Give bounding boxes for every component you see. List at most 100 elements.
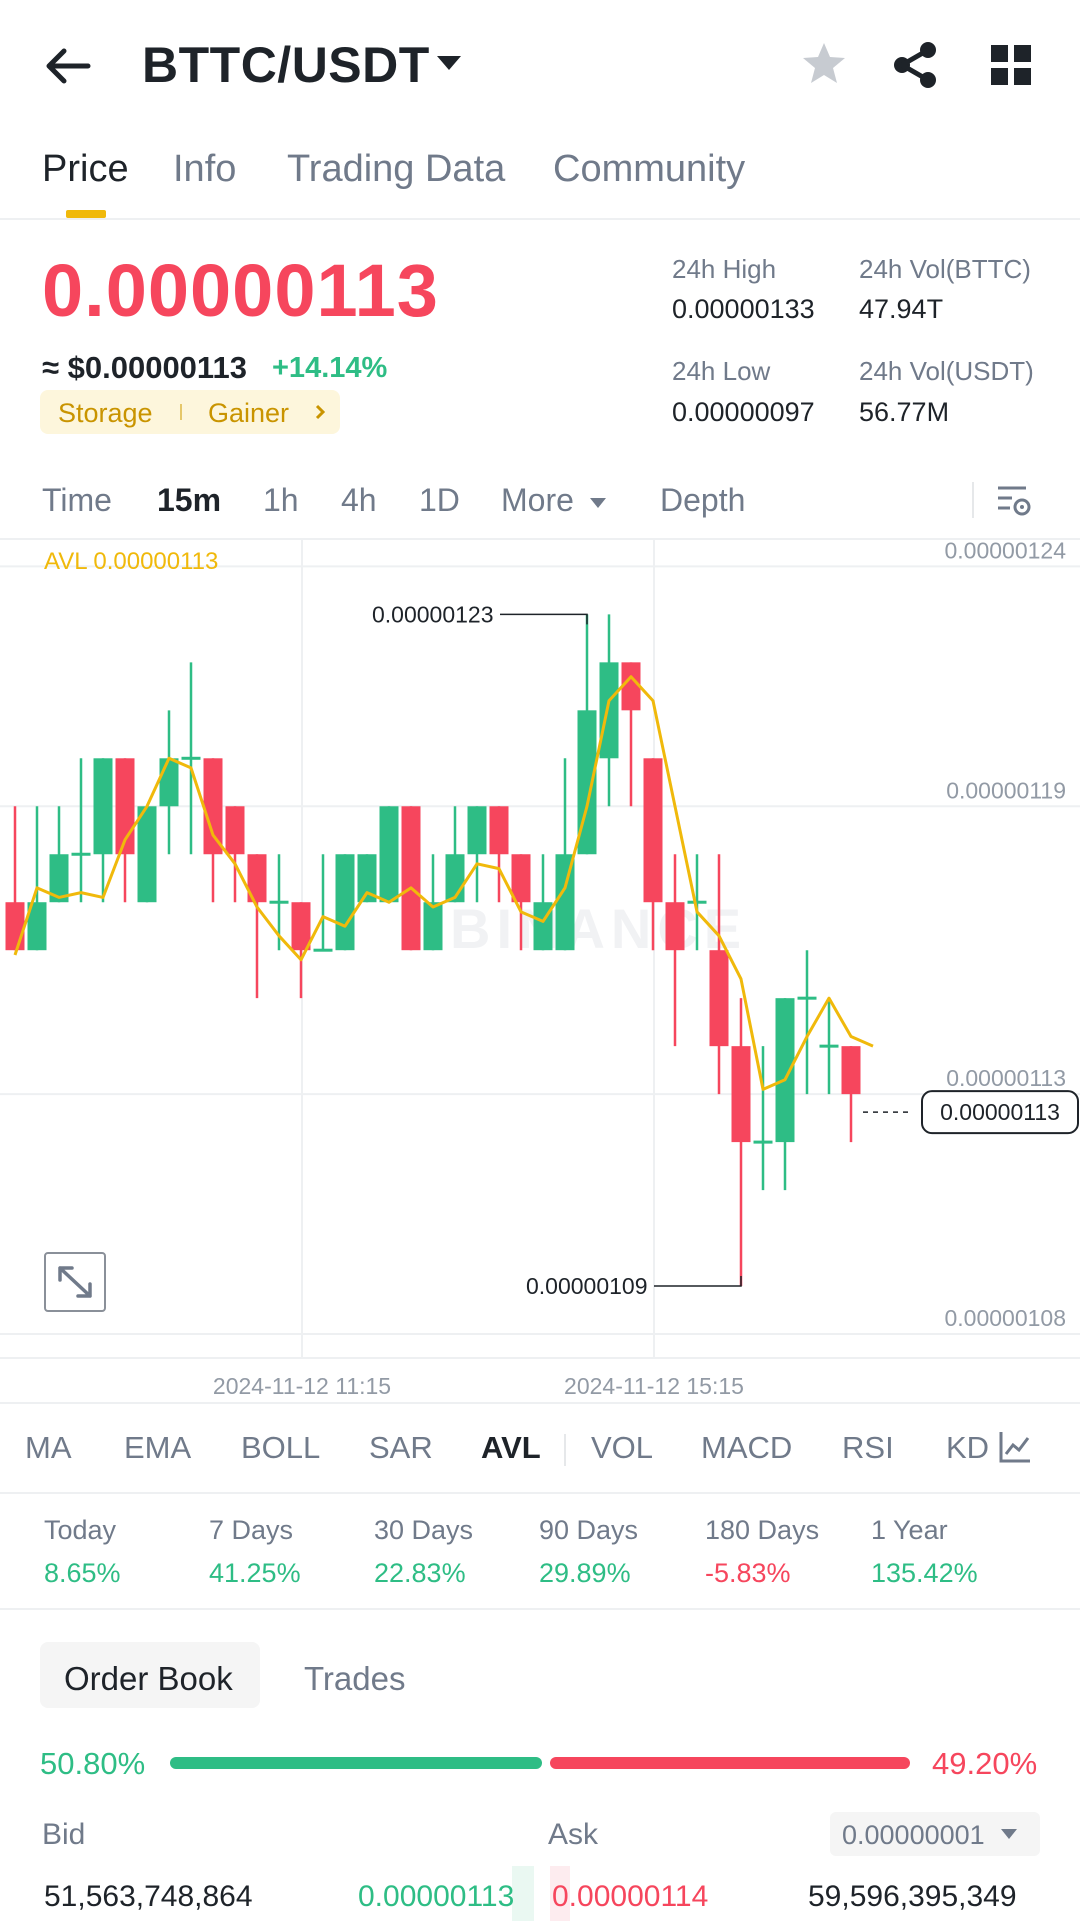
- top-bar: BTTC/USDT: [0, 0, 1080, 130]
- x-tick-label: 2024-11-12 11:15: [213, 1373, 391, 1399]
- low-marker-label: 0.00000109: [526, 1273, 648, 1299]
- tab-community[interactable]: Community: [553, 148, 745, 191]
- indicator-kd[interactable]: KD: [946, 1430, 989, 1466]
- perf-value-180d: -5.83%: [705, 1558, 791, 1588]
- tab-order-book[interactable]: Order Book: [64, 1660, 233, 1698]
- tab-info[interactable]: Info: [173, 148, 236, 191]
- stat-24h-vol-quote-value: 56.77M: [859, 397, 950, 427]
- indicator-boll[interactable]: BOLL: [241, 1430, 320, 1466]
- candlestick-chart[interactable]: BINANCE AVL 0.00000113 0.00000124 0.0000…: [0, 540, 1080, 1406]
- ask-quantity[interactable]: 59,596,395,349: [808, 1880, 1017, 1914]
- caret-down-icon[interactable]: [588, 496, 608, 510]
- share-icon[interactable]: [890, 40, 940, 90]
- x-tick-label: 2024-11-12 15:15: [564, 1373, 744, 1399]
- perf-label-today: Today: [44, 1515, 117, 1545]
- candle-down: [841, 1046, 861, 1095]
- perf-value-1y: 135.42%: [871, 1558, 978, 1588]
- bid-ratio: 50.80%: [40, 1746, 146, 1781]
- stat-24h-vol-base-label: 24h Vol(BTTC): [859, 254, 1031, 284]
- tab-trades[interactable]: Trades: [304, 1660, 405, 1698]
- active-tab-indicator: [66, 210, 106, 218]
- candle-down: [5, 902, 25, 951]
- tag-storage[interactable]: Storage: [58, 398, 153, 429]
- candle-down: [401, 806, 421, 951]
- indicator-rsi[interactable]: RSI: [842, 1430, 894, 1466]
- tag-gainer[interactable]: Gainer: [208, 398, 289, 429]
- bid-price[interactable]: 0.00000113: [358, 1880, 514, 1914]
- grid-menu-icon[interactable]: [990, 44, 1032, 86]
- y-tick-label: 0.00000113: [946, 1065, 1066, 1091]
- candle-down: [511, 854, 531, 903]
- candle-up: [313, 948, 333, 952]
- high-marker-line: [500, 613, 588, 625]
- candle-up: [335, 854, 355, 951]
- timeframe-1d[interactable]: 1D: [419, 482, 460, 519]
- tab-trading-data[interactable]: Trading Data: [287, 148, 505, 191]
- timeframe-4h[interactable]: 4h: [341, 482, 377, 519]
- indicator-avl[interactable]: AVL: [481, 1430, 541, 1466]
- section-divider: [0, 1608, 1080, 1610]
- tag-bar[interactable]: Storage Gainer: [40, 390, 340, 434]
- indicator-macd[interactable]: MACD: [701, 1430, 792, 1466]
- timeframe-depth[interactable]: Depth: [660, 482, 745, 519]
- toolbar-divider: [972, 482, 974, 518]
- indicator-bar: MA EMA BOLL SAR AVL VOL MACD RSI KD: [0, 1402, 1080, 1494]
- candle-up: [423, 902, 443, 951]
- high-marker-label: 0.00000123: [372, 601, 494, 627]
- fullscreen-button[interactable]: [44, 1252, 106, 1312]
- y-tick-label: 0.00000108: [944, 1305, 1066, 1331]
- ask-column-header: Ask: [548, 1818, 599, 1851]
- stat-24h-low-value: 0.00000097: [672, 397, 815, 427]
- star-icon[interactable]: [800, 40, 848, 88]
- caret-down-icon: [1001, 1829, 1017, 1839]
- indicator-ma[interactable]: MA: [25, 1430, 72, 1466]
- chart-settings-icon[interactable]: [994, 480, 1034, 520]
- candle-down: [643, 758, 663, 903]
- perf-label-1y: 1 Year: [871, 1515, 948, 1545]
- timeframe-1h[interactable]: 1h: [263, 482, 299, 519]
- timeframe-time[interactable]: Time: [42, 482, 112, 519]
- candle-up: [775, 998, 795, 1143]
- y-axis-labels: 0.00000124 0.00000119 0.00000113 0.00000…: [944, 540, 1066, 1331]
- indicator-ema[interactable]: EMA: [124, 1430, 191, 1466]
- tab-price[interactable]: Price: [42, 148, 129, 191]
- watermark: BINANCE: [450, 897, 747, 960]
- candle-up: [137, 806, 157, 903]
- caret-down-icon[interactable]: [434, 52, 464, 74]
- perf-label-30d: 30 Days: [374, 1515, 474, 1545]
- candle-up: [687, 900, 707, 904]
- candle-down: [489, 806, 509, 855]
- candle-down: [665, 902, 685, 951]
- timeframe-more[interactable]: More: [501, 482, 574, 519]
- stat-24h-vol-quote-label: 24h Vol(USDT): [859, 356, 1034, 386]
- candle-down: [621, 662, 641, 711]
- low-marker-line: [654, 1276, 742, 1287]
- candle-down: [291, 902, 311, 951]
- candle-up: [467, 806, 487, 855]
- usd-price: ≈ $0.00000113: [42, 350, 247, 385]
- back-arrow-icon[interactable]: [40, 40, 100, 92]
- indicator-settings-icon[interactable]: [998, 1430, 1032, 1464]
- indicator-vol[interactable]: VOL: [591, 1430, 653, 1466]
- pair-title[interactable]: BTTC/USDT: [142, 36, 430, 94]
- low-marker: 0.00000109: [526, 1273, 742, 1299]
- bid-column-header: Bid: [42, 1818, 86, 1851]
- ask-price[interactable]: 0.00000114: [552, 1880, 708, 1914]
- detail-tabs: Price Info Trading Data Community: [0, 140, 1080, 220]
- perf-value-30d: 22.83%: [374, 1558, 466, 1588]
- bid-quantity[interactable]: 51,563,748,864: [44, 1880, 253, 1914]
- candle-up: [819, 1044, 839, 1048]
- y-tick-label: 0.00000124: [944, 540, 1066, 563]
- ask-ratio: 49.20%: [932, 1746, 1038, 1781]
- stat-24h-high-value: 0.00000133: [672, 294, 815, 324]
- bid-ratio-bar: [170, 1757, 542, 1769]
- candle-up: [93, 758, 113, 855]
- indicator-sar[interactable]: SAR: [369, 1430, 433, 1466]
- stat-24h-vol-base-value: 47.94T: [859, 294, 944, 324]
- precision-selector[interactable]: 0.00000001: [830, 1812, 1040, 1856]
- tag-separator: [180, 404, 182, 420]
- expand-icon: [58, 1266, 92, 1298]
- precision-value: 0.00000001: [842, 1820, 985, 1850]
- current-price-marker: 0.00000113: [863, 1090, 1079, 1135]
- timeframe-15m[interactable]: 15m: [157, 482, 221, 519]
